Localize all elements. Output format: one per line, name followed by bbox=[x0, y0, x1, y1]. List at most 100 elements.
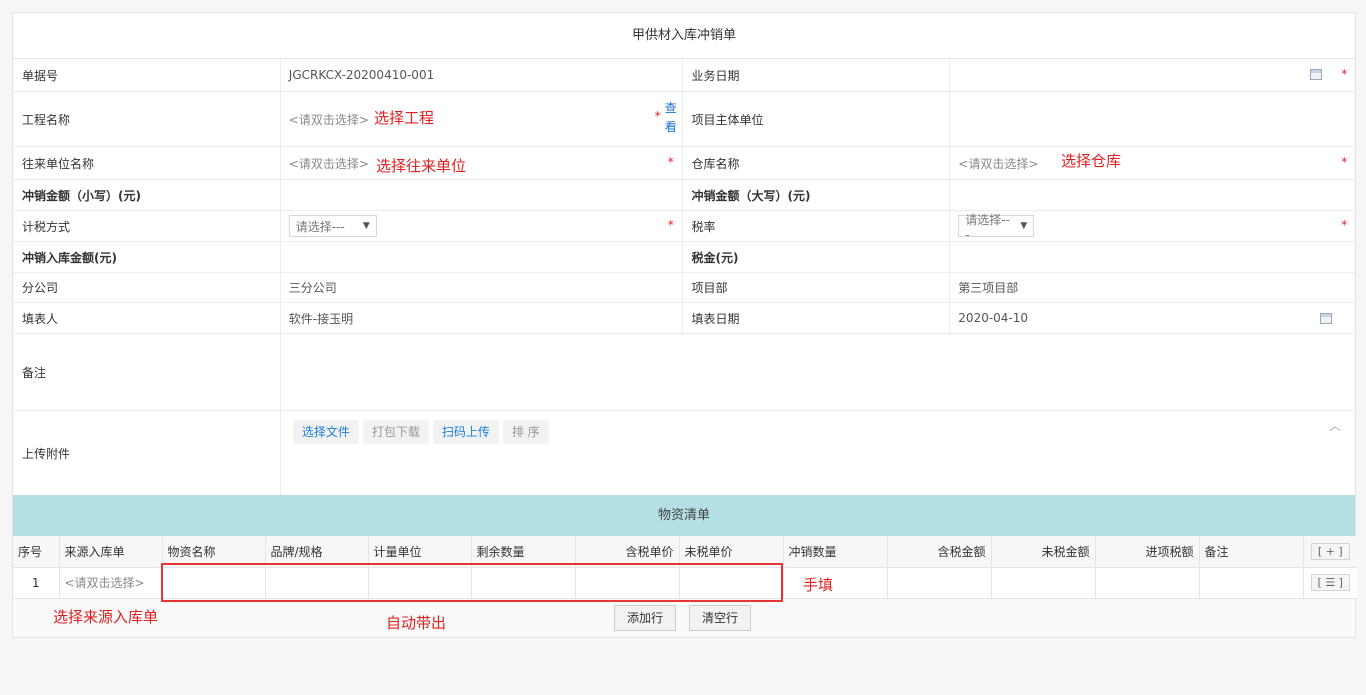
partner-label: 往来单位名称 bbox=[13, 147, 281, 179]
fill-date-label: 填表日期 bbox=[683, 303, 951, 333]
row-taxed-amount bbox=[886, 566, 992, 599]
clear-rows-button[interactable]: 清空行 bbox=[689, 604, 752, 631]
tax-rate-select[interactable]: 请选择--- ▼ bbox=[958, 213, 1035, 242]
row-project: 工程名称 <请双击选择> * 查看 项目主体单位 bbox=[13, 92, 1355, 147]
amount-small-label: 冲销金额（小写）(元) bbox=[13, 180, 281, 210]
note-select-project: 选择工程 bbox=[374, 109, 435, 127]
col-no: 序号 bbox=[13, 536, 60, 568]
warehouse-label: 仓库名称 bbox=[683, 147, 951, 179]
filler-label: 填表人 bbox=[13, 303, 281, 333]
fill-date-field[interactable]: 2020-04-10 bbox=[950, 303, 1355, 333]
col-material-name: 物资名称 bbox=[161, 536, 266, 568]
tax-method-select[interactable]: 请选择--- ▼ bbox=[288, 215, 377, 237]
partner-field[interactable]: <请双击选择> * bbox=[281, 147, 683, 179]
materials-header: 物资清单 bbox=[13, 495, 1355, 536]
select-file-button[interactable]: 选择文件 bbox=[292, 420, 359, 444]
row-source-field[interactable]: <请双击选择> bbox=[58, 566, 163, 599]
table-footer: 添加行 清空行 bbox=[13, 598, 1355, 637]
tax-amount-value bbox=[950, 242, 1355, 272]
required-mark: * bbox=[667, 218, 674, 232]
dept-value: 第三项目部 bbox=[958, 281, 1019, 295]
sort-button[interactable]: 排 序 bbox=[502, 420, 549, 444]
row-remark[interactable] bbox=[1198, 566, 1304, 599]
row-amount: 冲销金额（小写）(元) 冲销金额（大写）(元) bbox=[13, 180, 1355, 211]
note-select-partner: 选择往来单位 bbox=[376, 157, 467, 175]
note-manual-fill: 手填 bbox=[803, 576, 834, 594]
row-branch: 分公司 三分公司 项目部 第三项目部 bbox=[13, 273, 1355, 303]
amount-big-label: 冲销金额（大写）(元) bbox=[683, 180, 951, 210]
form-title: 甲供材入库冲销单 bbox=[13, 13, 1355, 59]
row-untaxed-amount bbox=[990, 566, 1096, 599]
tax-rate-cell: 请选择--- ▼ * bbox=[950, 211, 1355, 242]
upload-toolbar: 选择文件 打包下载 扫码上传 排 序 bbox=[292, 420, 549, 444]
calendar-icon[interactable] bbox=[1320, 313, 1333, 324]
row-input-tax bbox=[1094, 566, 1200, 599]
project-field[interactable]: <请双击选择> * 查看 bbox=[281, 92, 683, 146]
collapse-icon[interactable]: ︿ bbox=[1329, 417, 1341, 434]
in-amount-value bbox=[281, 242, 683, 272]
project-label: 工程名称 bbox=[13, 92, 281, 146]
row-actions: [ ☰ ] bbox=[1302, 566, 1357, 599]
row-taxed-price bbox=[574, 566, 680, 599]
remark-label: 备注 bbox=[13, 334, 281, 410]
row-in-amount: 冲销入库金额(元) 税金(元) bbox=[13, 242, 1355, 273]
warehouse-placeholder: <请双击选择> bbox=[958, 156, 1039, 171]
dept-label: 项目部 bbox=[683, 273, 951, 302]
row-partner: 往来单位名称 <请双击选择> * 仓库名称 <请双击选择> * bbox=[13, 147, 1355, 180]
row-no: 1 bbox=[13, 566, 60, 599]
tax-rate-label: 税率 bbox=[683, 211, 951, 241]
pack-download-button[interactable]: 打包下载 bbox=[362, 420, 429, 444]
amount-small-value bbox=[281, 180, 683, 210]
chevron-down-icon: ▼ bbox=[1020, 221, 1028, 231]
col-brand-spec: 品牌/规格 bbox=[264, 536, 369, 568]
add-row-button[interactable]: 添加行 bbox=[614, 604, 677, 631]
note-auto-fill: 自动带出 bbox=[386, 614, 447, 632]
attach-area: 选择文件 打包下载 扫码上传 排 序 ︿ bbox=[281, 411, 1355, 495]
warehouse-field[interactable]: <请双击选择> * bbox=[950, 147, 1355, 179]
project-owner-label: 项目主体单位 bbox=[683, 92, 951, 146]
row-remaining-qty bbox=[470, 566, 576, 599]
row-menu-icon[interactable]: [ ☰ ] bbox=[1310, 574, 1350, 591]
required-mark: * bbox=[1341, 218, 1348, 232]
doc-no-label: 单据号 bbox=[13, 59, 281, 91]
remark-textarea[interactable] bbox=[281, 334, 1355, 410]
biz-date-field[interactable]: * bbox=[950, 59, 1355, 91]
filler-value: 软件-接玉明 bbox=[281, 303, 683, 333]
tax-method-value: 请选择--- bbox=[295, 219, 345, 234]
row-tax: 计税方式 请选择--- ▼ * 税率 请选择--- ▼ * bbox=[13, 211, 1355, 242]
col-untaxed-amount: 未税金额 bbox=[990, 536, 1096, 568]
col-input-tax: 进项税额 bbox=[1094, 536, 1200, 568]
col-unit: 计量单位 bbox=[367, 536, 472, 568]
write-off-form: 甲供材入库冲销单 单据号 JGCRKCX-20200410-001 业务日期 *… bbox=[12, 12, 1357, 638]
in-amount-label: 冲销入库金额(元) bbox=[13, 242, 281, 272]
project-placeholder: <请双击选择> bbox=[288, 112, 369, 127]
col-write-off-qty: 冲销数量 bbox=[782, 536, 888, 568]
note-select-source: 选择来源入库单 bbox=[53, 608, 159, 626]
fill-date-value: 2020-04-10 bbox=[958, 311, 1029, 325]
partner-placeholder: <请双击选择> bbox=[288, 156, 369, 171]
branch-label: 分公司 bbox=[13, 273, 281, 302]
attach-label: 上传附件 bbox=[13, 411, 281, 495]
row-filler: 填表人 软件-接玉明 填表日期 2020-04-10 bbox=[13, 303, 1355, 334]
calendar-icon[interactable] bbox=[1310, 69, 1323, 80]
branch-value: 三分公司 bbox=[281, 273, 683, 302]
row-material-name bbox=[161, 566, 266, 599]
amount-big-value bbox=[950, 180, 1355, 210]
row-doc-no: 单据号 JGCRKCX-20200410-001 业务日期 * bbox=[13, 59, 1355, 92]
col-taxed-amount: 含税金额 bbox=[886, 536, 992, 568]
biz-date-label: 业务日期 bbox=[683, 59, 951, 91]
add-row-icon[interactable]: [ + ] bbox=[1310, 542, 1350, 560]
row-attachment: 上传附件 选择文件 打包下载 扫码上传 排 序 ︿ bbox=[13, 411, 1355, 495]
chevron-down-icon: ▼ bbox=[362, 221, 370, 231]
scan-upload-button[interactable]: 扫码上传 bbox=[432, 420, 499, 444]
tax-amount-label: 税金(元) bbox=[683, 242, 951, 272]
row-unit bbox=[367, 566, 472, 599]
row-write-off-qty[interactable] bbox=[782, 566, 888, 599]
tax-method-cell: 请选择--- ▼ * bbox=[281, 211, 683, 241]
col-remaining-qty: 剩余数量 bbox=[470, 536, 576, 568]
required-mark: * bbox=[654, 109, 661, 123]
view-project-link[interactable]: 查看 bbox=[664, 99, 678, 137]
required-mark: * bbox=[1341, 155, 1348, 169]
required-mark: * bbox=[667, 155, 674, 169]
materials-header-row: 序号 来源入库单 物资名称 品牌/规格 计量单位 剩余数量 含税单价 未税单价 … bbox=[13, 536, 1357, 568]
